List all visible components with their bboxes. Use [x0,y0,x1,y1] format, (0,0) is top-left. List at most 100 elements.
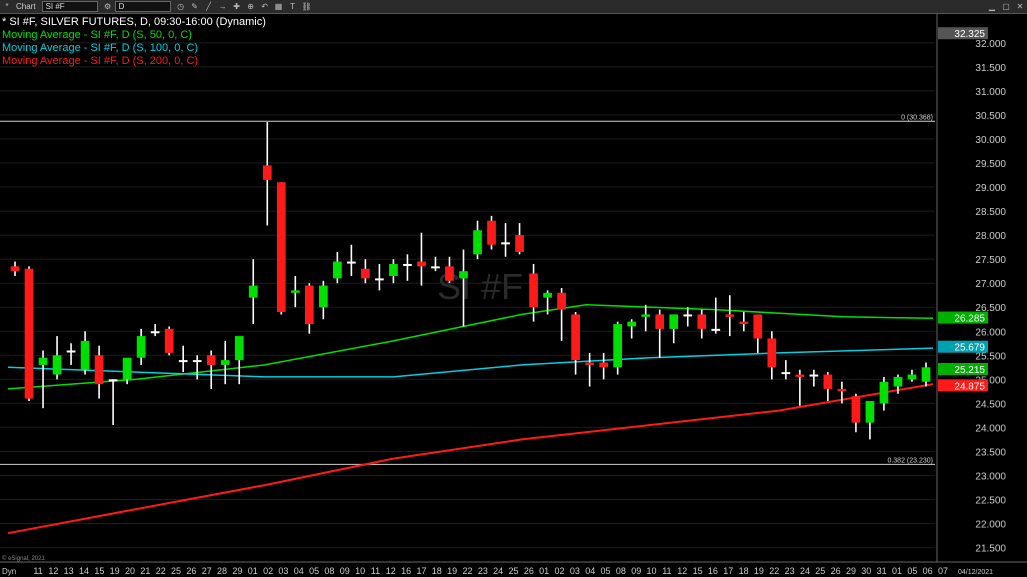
candle-body-1 [24,268,34,399]
candle-body-35 [501,242,510,245]
candle-body-59 [837,388,847,392]
x-tick-label: 24 [493,566,503,576]
x-tick-label: 04 [585,566,595,576]
candle-body-23 [333,261,342,279]
price-tag-label-0: 32.325 [954,29,985,40]
candle-body-27 [389,263,398,276]
x-tick-label: 25 [815,566,825,576]
minimize-icon[interactable]: ▁ [987,2,997,12]
candle-body-24 [347,261,356,264]
symbol-input[interactable]: SI #F [41,1,98,12]
candle-body-15 [220,360,230,365]
candle-body-9 [136,336,146,358]
x-tick-label: 19 [447,566,457,576]
x-tick-label: 23 [785,566,795,576]
candle-body-63 [893,376,903,387]
candle-body-21 [304,285,314,325]
app-label: Chart [16,2,36,11]
end-date-label: 04/12/2021 [958,569,993,576]
candle-body-6 [94,355,104,385]
y-tick-label: 30.500 [975,111,1006,122]
x-tick-label: 08 [616,566,626,576]
x-tick-label: 28 [217,566,227,576]
candle-body-18 [262,165,272,180]
y-tick-label: 28.000 [975,231,1006,242]
legend-ma100: Moving Average - SI #F, D (S, 100, 0, C) [2,42,199,54]
x-tick-label: 15 [693,566,703,576]
x-tick-label: 20 [125,566,135,576]
line-icon[interactable]: ╱ [204,2,214,12]
grid-icon[interactable]: ▦ [274,2,284,12]
ma50-line [7,304,934,390]
x-tick-label: 19 [110,566,120,576]
clock-icon[interactable]: ◷ [176,2,186,12]
candle-body-20 [290,290,300,293]
x-tick-label: 17 [723,566,733,576]
x-tick-label: 26 [186,566,196,576]
y-tick-label: 22.000 [975,520,1006,531]
candle-body-0 [10,266,20,272]
price-tag-label-2: 25.679 [954,343,985,354]
candle-body-33 [473,230,482,255]
arrow-icon[interactable]: → [218,2,228,12]
candle-body-62 [879,381,889,404]
candle-body-45 [641,314,651,317]
candle-body-7 [108,379,118,382]
x-tick-label: 16 [401,566,411,576]
close-icon[interactable]: ✕ [1015,2,1025,12]
y-tick-label: 29.500 [975,159,1006,170]
y-tick-label: 27.000 [975,279,1006,290]
candle-body-12 [178,360,188,363]
x-tick-label: 18 [432,566,442,576]
y-tick-label: 24.500 [975,399,1006,410]
price-chart[interactable]: SI #F 0 (30.368)0.382 (23.230) 21.50022.… [0,14,1027,577]
link-icon[interactable]: ⛓ [301,2,311,12]
candle-body-61 [865,400,875,423]
candle-body-60 [851,396,861,423]
y-tick-label: 24.000 [975,423,1006,434]
y-tick-label: 27.500 [975,255,1006,266]
candle-body-42 [599,362,608,368]
x-tick-label: 01 [539,566,549,576]
crosshair-icon[interactable]: ✚ [232,2,242,12]
candle-body-50 [711,328,721,331]
candle-body-48 [683,314,693,317]
x-tick-label: 03 [570,566,580,576]
candle-body-64 [907,374,917,380]
gear-icon[interactable]: ⚙ [103,2,113,12]
candle-body-26 [375,278,384,281]
candle-body-41 [585,362,594,365]
legend-ma200: Moving Average - SI #F, D (S, 200, 0, C) [2,55,199,67]
x-tick-label: 14 [79,566,89,576]
x-tick-label: 22 [769,566,779,576]
candle-body-8 [122,357,132,380]
candle-body-38 [543,292,552,298]
y-tick-label: 21.500 [975,544,1006,555]
y-tick-label: 29.000 [975,183,1006,194]
fib-label-0: 0 (30.368) [901,114,933,121]
x-tick-label: 23 [478,566,488,576]
y-tick-label: 31.500 [975,63,1006,74]
x-tick-label: 29 [846,566,856,576]
candle-body-25 [361,268,370,279]
x-tick-label: 13 [64,566,74,576]
ma100-line [7,347,934,378]
x-tick-label: 02 [555,566,565,576]
interval-input[interactable]: D [114,1,171,12]
x-tick-label: 03 [278,566,288,576]
text-icon[interactable]: T [288,2,298,12]
candle-body-22 [318,285,328,308]
zoom-icon[interactable]: ⊕ [246,2,256,12]
candle-body-65 [921,367,931,382]
pencil-icon[interactable]: ✎ [190,2,200,12]
undo-icon[interactable]: ↶ [260,2,270,12]
x-tick-label: 29 [232,566,242,576]
candle-body-53 [753,314,763,339]
x-tick-label: 26 [831,566,841,576]
candle-body-2 [38,357,48,365]
x-tick-label: 22 [462,566,472,576]
maximize-icon[interactable]: ▢ [1001,2,1011,12]
x-tick-label: 11 [662,566,671,576]
x-tick-label: 11 [371,566,380,576]
x-tick-label: 25 [171,566,181,576]
